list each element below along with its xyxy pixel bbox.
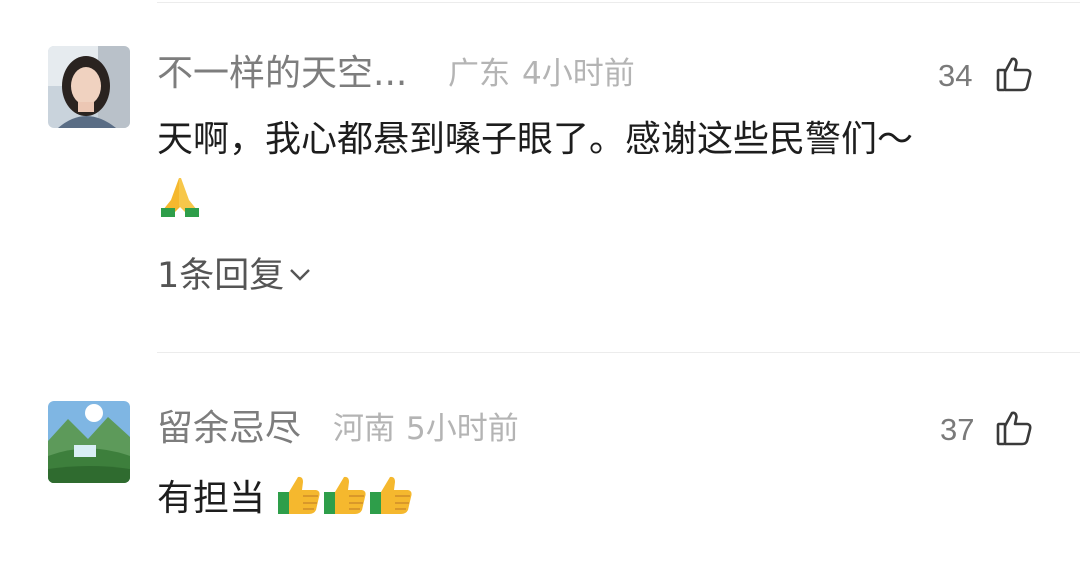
comment-text: 有担当 (157, 474, 414, 523)
chevron-down-icon (290, 269, 311, 281)
comment-text-body: 有担当 (157, 478, 266, 519)
comment-text: 天啊，我心都悬到嗓子眼了。感谢这些民警们～ (157, 122, 913, 158)
like-count: 37 (940, 412, 975, 447)
folded-hands-emoji (157, 176, 203, 225)
top-divider (157, 2, 1080, 3)
comment-location: 河南 (333, 411, 395, 447)
view-replies-button[interactable]: 1条回复 (157, 259, 312, 294)
comment-divider (157, 352, 1080, 353)
thumbs-up-outline-icon[interactable] (994, 408, 1034, 448)
avatar[interactable] (48, 46, 130, 128)
thumbs-up-outline-icon[interactable] (994, 54, 1034, 94)
comment-time: 5小时前 (406, 411, 519, 447)
comment-location: 广东 (448, 56, 510, 92)
comment-emoji-line (157, 176, 203, 225)
comment-time: 4小时前 (522, 56, 635, 92)
like-count: 34 (938, 58, 973, 93)
username[interactable]: 留余忌尽 (157, 411, 301, 447)
thumbs-up-emoji (276, 474, 322, 523)
replies-label: 1条回复 (157, 256, 285, 296)
comment-text-body: 天啊，我心都悬到嗓子眼了。感谢这些民警们～ (157, 119, 914, 160)
avatar[interactable] (48, 401, 130, 483)
username[interactable]: 不一样的天空... (157, 56, 407, 92)
thumbs-up-emoji (322, 474, 368, 523)
thumbs-up-emoji (368, 474, 414, 523)
